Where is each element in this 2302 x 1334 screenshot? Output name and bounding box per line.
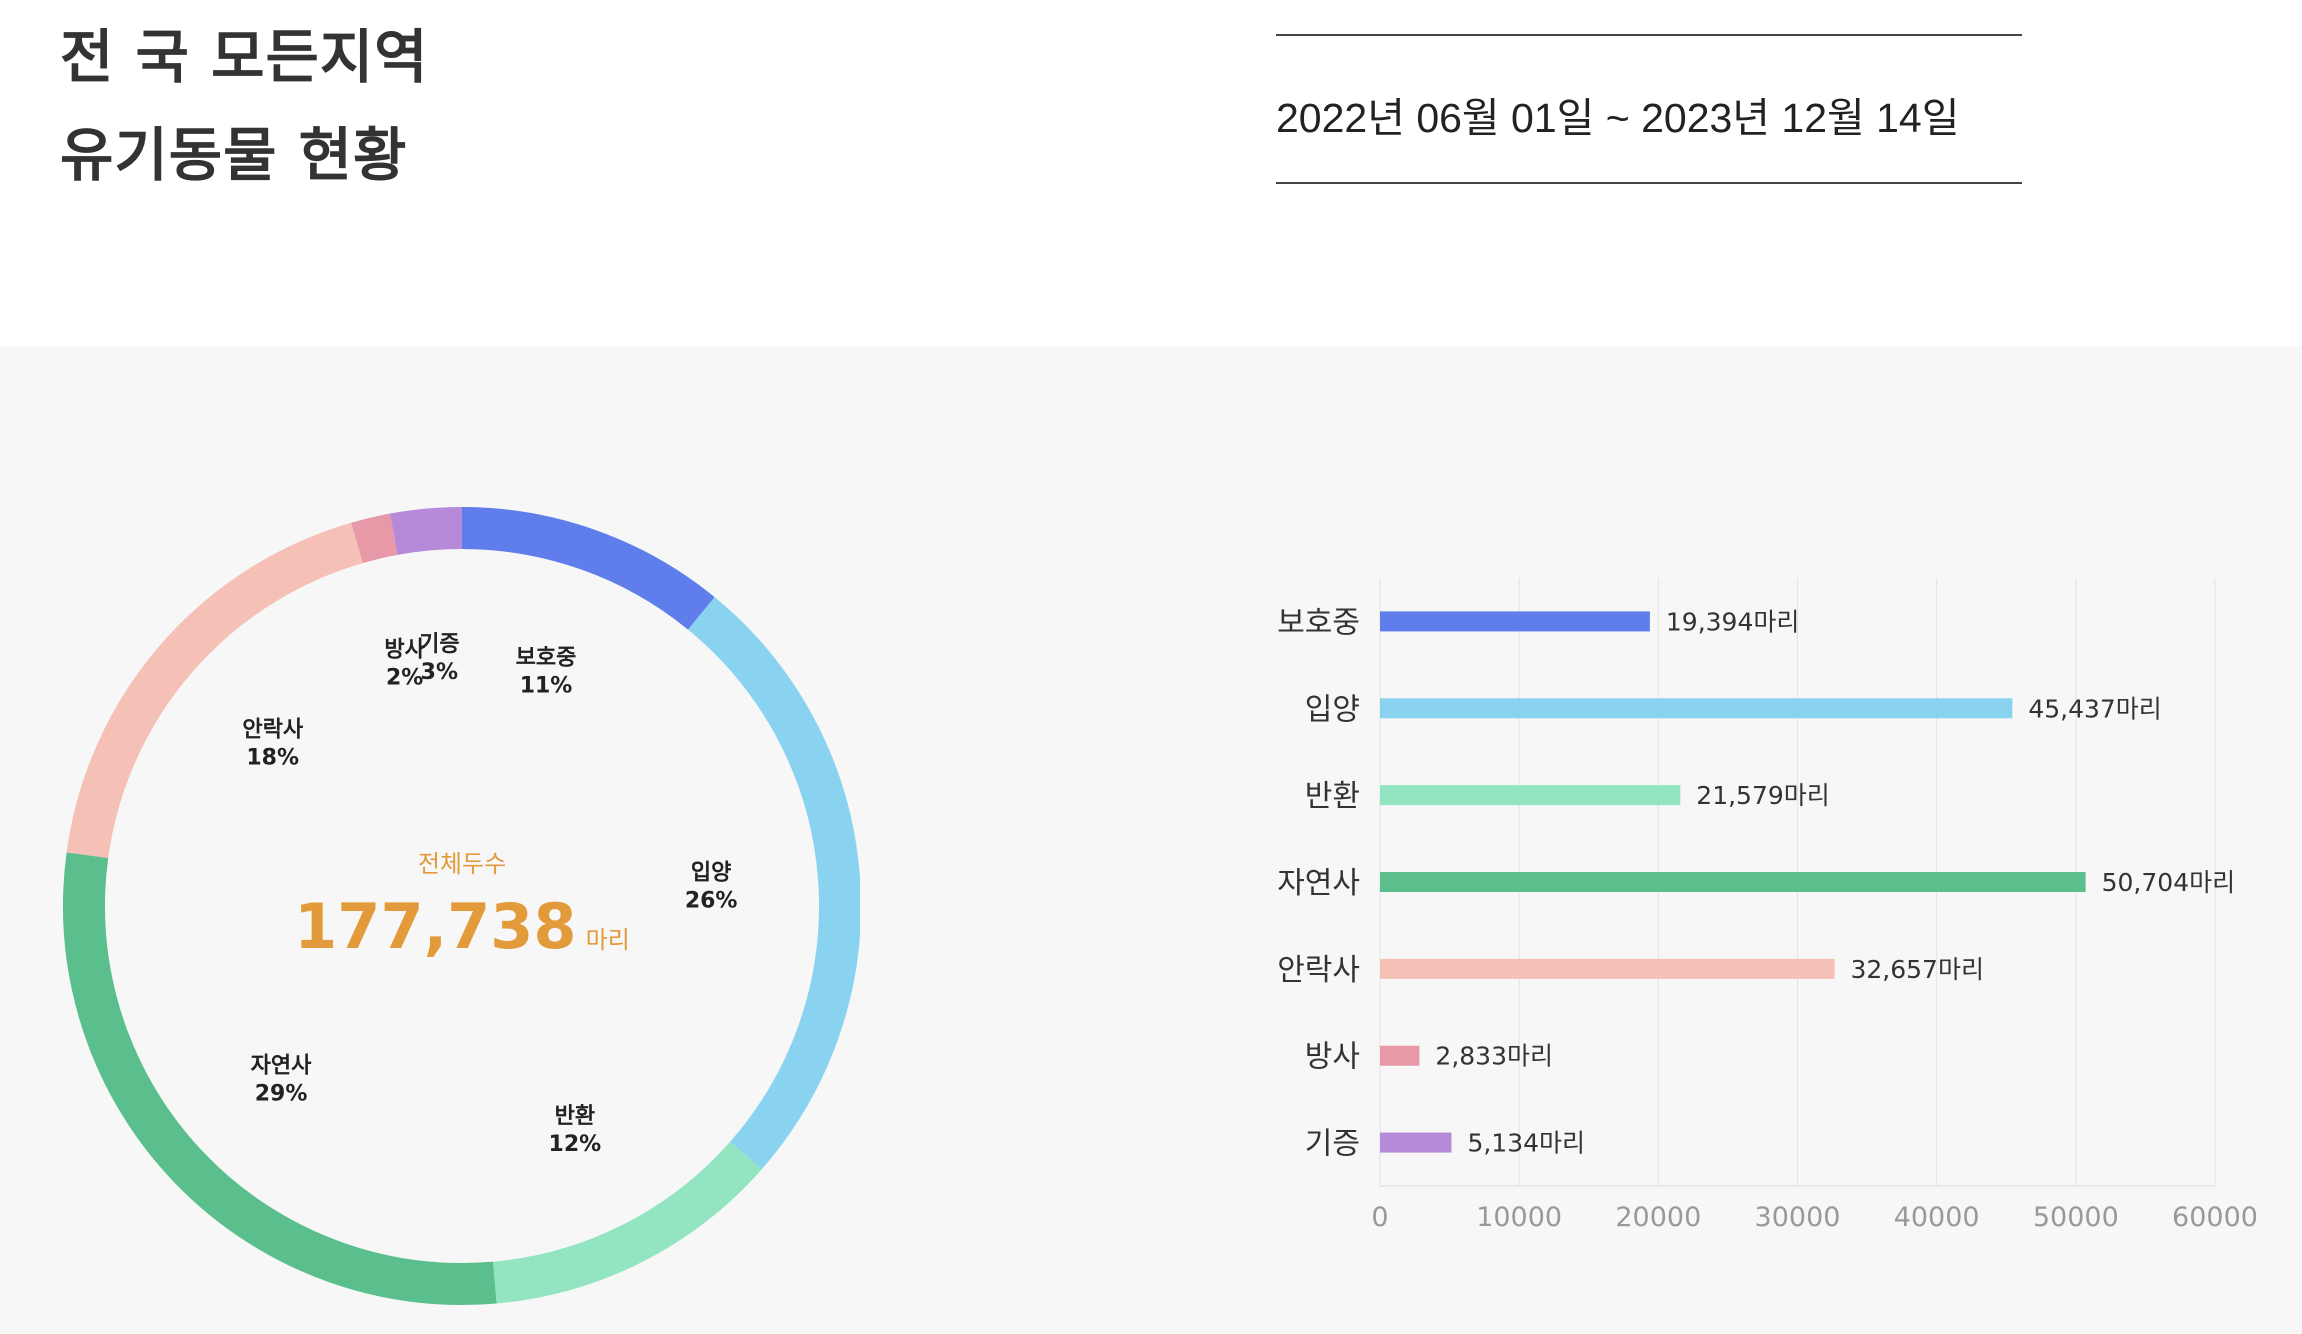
donut-percent-5: 18% <box>246 746 299 771</box>
bar-value-label-2: 45,437마리 <box>2028 694 2161 723</box>
bar-category-7: 기증 <box>1305 1127 1360 1162</box>
total-label: 전체두수 <box>418 850 506 878</box>
date-range: 2022년 06월 01일 ~ 2023년 12월 14일 <box>1276 95 1960 141</box>
donut-percent-3: 12% <box>549 1132 602 1157</box>
donut-percent-6: 2% <box>386 666 423 691</box>
bar-value-label-4: 50,704마리 <box>2102 868 2235 897</box>
bar-chart: 0 10000 20000 30000 40000 50000 60000 보호중 19,39… <box>1277 578 2258 1233</box>
donut-label-7: 기증 <box>419 632 459 657</box>
bar-value-label-1: 19,394마리 <box>1666 607 1799 636</box>
bar-value-label-7: 5,134마리 <box>1467 1129 1585 1158</box>
bar-4[interactable] <box>1380 872 2086 892</box>
donut-segment-6[interactable] <box>351 513 398 564</box>
page-title-line1: 전 국 모든지역 <box>60 23 429 91</box>
page-title-line2: 유기동물 현황 <box>60 121 408 189</box>
bar-xtick-5: 40000 <box>1894 1202 1980 1233</box>
page-title: 전 국 모든지역 유기동물 현황 <box>60 8 429 204</box>
donut-label-5: 안락사 <box>242 718 303 743</box>
donut-percent-2: 26% <box>685 889 738 914</box>
donut-label-2: 입양 <box>691 861 731 886</box>
donut-segment-1[interactable] <box>461 507 715 630</box>
donut-percent-4: 29% <box>255 1082 308 1107</box>
total-value: 177,738 <box>294 890 576 963</box>
bar-xtick-1: 0 <box>1371 1202 1388 1233</box>
bar-xtick-6: 50000 <box>2033 1202 2119 1233</box>
donut-label-3: 반환 <box>555 1104 595 1129</box>
bar-7[interactable] <box>1380 1132 1452 1153</box>
stats-panel: 보호중 11% 입양 26% 반환 12% 자연사 29% 안락사 18% 방사 2% 기증 3% 전체두… <box>0 346 2302 1334</box>
bar-xtick-7: 60000 <box>2172 1202 2258 1233</box>
bar-category-5: 안락사 <box>1277 953 1360 988</box>
total-unit: 마리 <box>586 926 630 954</box>
bar-xtick-3: 20000 <box>1615 1202 1701 1233</box>
total-count: 177,738 마리 <box>294 890 630 963</box>
bar-value-label-5: 32,657마리 <box>1850 955 1983 984</box>
date-range-box: 2022년 06월 01일 ~ 2023년 12월 14일 <box>1276 34 2022 184</box>
bar-category-1: 보호중 <box>1277 605 1360 640</box>
bar-1[interactable] <box>1380 611 1650 632</box>
donut-label-4: 자연사 <box>251 1054 312 1079</box>
bar-5[interactable] <box>1380 958 1835 979</box>
donut-percent-1: 11% <box>520 674 573 699</box>
bar-xtick-2: 10000 <box>1476 1202 1562 1233</box>
bar-value-label-6: 2,833마리 <box>1435 1042 1553 1071</box>
donut-segment-7[interactable] <box>389 507 463 555</box>
bar-value-label-3: 21,579마리 <box>1696 781 1829 810</box>
donut-chart: 보호중11%입양26%반환12%자연사29%안락사18%방사2%기증3% 전체두… <box>63 507 860 1305</box>
donut-segment-5[interactable] <box>66 522 363 859</box>
bar-6[interactable] <box>1380 1045 1420 1066</box>
bar-category-2: 입양 <box>1305 692 1360 727</box>
bar-3[interactable] <box>1380 785 1681 806</box>
donut-label-1: 보호중 <box>516 646 577 671</box>
donut-percent-7: 3% <box>421 660 458 685</box>
donut-segment-3[interactable] <box>492 1141 762 1304</box>
bar-category-6: 방사 <box>1305 1040 1360 1075</box>
bar-category-3: 반환 <box>1305 779 1360 814</box>
bar-xtick-4: 30000 <box>1755 1202 1841 1233</box>
bar-2[interactable] <box>1380 698 2013 719</box>
bar-category-4: 자연사 <box>1277 866 1360 901</box>
